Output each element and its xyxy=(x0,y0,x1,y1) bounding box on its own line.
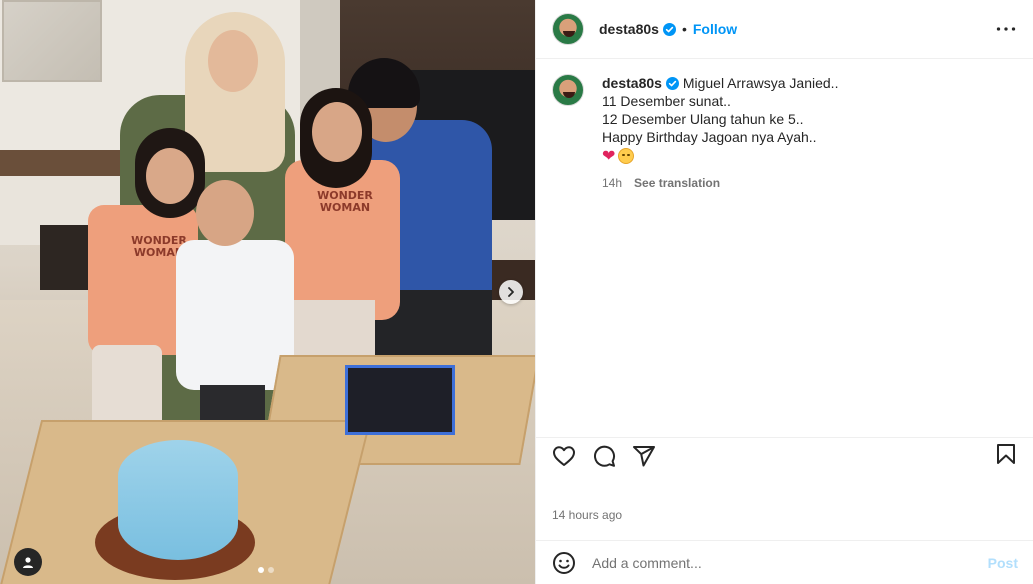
header-username[interactable]: desta80s xyxy=(599,21,659,37)
see-translation-link[interactable]: See translation xyxy=(634,174,720,192)
carousel-indicator xyxy=(258,567,274,573)
more-options-icon xyxy=(996,27,1016,31)
bookmark-icon xyxy=(997,444,1015,464)
avatar[interactable] xyxy=(552,74,584,106)
avatar[interactable] xyxy=(552,13,584,45)
caption: desta80s Miguel Arrawsya Janied.. 11 Des… xyxy=(552,74,1022,192)
share-button[interactable] xyxy=(632,444,656,468)
red-heart-emoji-icon: ❤ xyxy=(602,146,616,165)
boy-body xyxy=(176,240,294,390)
post-side-panel: desta80s • Follow desta80s Miguel Arraws… xyxy=(535,0,1033,584)
tagged-users-button[interactable] xyxy=(14,548,42,576)
caption-text-line: Happy Birthday Jagoan nya Ayah.. xyxy=(602,129,817,145)
comment-icon xyxy=(594,445,616,467)
comment-button[interactable] xyxy=(592,444,616,468)
boy-face xyxy=(196,180,254,246)
carousel-next-button[interactable] xyxy=(499,280,523,304)
emoji-picker-button[interactable] xyxy=(552,551,576,575)
follow-button[interactable]: Follow xyxy=(693,21,737,37)
share-icon xyxy=(633,445,655,466)
chevron-right-icon xyxy=(508,287,514,297)
save-button[interactable] xyxy=(994,442,1018,466)
carousel-dot xyxy=(268,567,274,573)
comment-input[interactable] xyxy=(592,554,988,571)
girl-right-face xyxy=(312,102,362,162)
black-cake xyxy=(345,365,455,435)
girl-left-face xyxy=(146,148,194,204)
caption-text-line: 11 Desember sunat.. xyxy=(602,93,731,109)
emoji-icon xyxy=(553,551,575,574)
separator-dot: • xyxy=(681,21,687,37)
boy-shorts xyxy=(200,385,265,425)
verified-badge-icon xyxy=(662,22,676,36)
caption-username[interactable]: desta80s xyxy=(602,75,662,91)
post-header: desta80s • Follow xyxy=(536,0,1033,59)
post-actions xyxy=(536,437,1033,469)
post-comment-button[interactable]: Post xyxy=(988,555,1018,571)
carousel-dot-active xyxy=(258,567,264,573)
user-tag-icon xyxy=(23,557,33,568)
post-timestamp: 14 hours ago xyxy=(552,508,623,522)
more-options-button[interactable] xyxy=(994,19,1018,39)
caption-text-line: 12 Desember Ulang tahun ke 5.. xyxy=(602,111,804,127)
shirt-print: WONDER WOMAN xyxy=(317,189,373,215)
blue-birthday-cake xyxy=(118,440,238,560)
caption-age: 14h xyxy=(602,176,623,190)
caption-text-line: Miguel Arrawsya Janied.. xyxy=(682,75,839,91)
comment-bar: Post xyxy=(536,540,1033,584)
caption-emojis: ❤ xyxy=(602,147,838,165)
caption-meta: 14h See translation xyxy=(602,174,838,192)
caption-body: desta80s Miguel Arrawsya Janied.. 11 Des… xyxy=(602,74,838,192)
mother-face xyxy=(208,30,258,92)
post-media[interactable]: WONDER WOMAN WONDER WOMAN xyxy=(0,0,535,584)
heart-icon xyxy=(553,445,575,466)
smiling-face-emoji-icon xyxy=(618,148,635,164)
verified-badge-icon xyxy=(665,77,679,90)
wall-painting xyxy=(2,0,102,82)
like-button[interactable] xyxy=(552,444,576,468)
